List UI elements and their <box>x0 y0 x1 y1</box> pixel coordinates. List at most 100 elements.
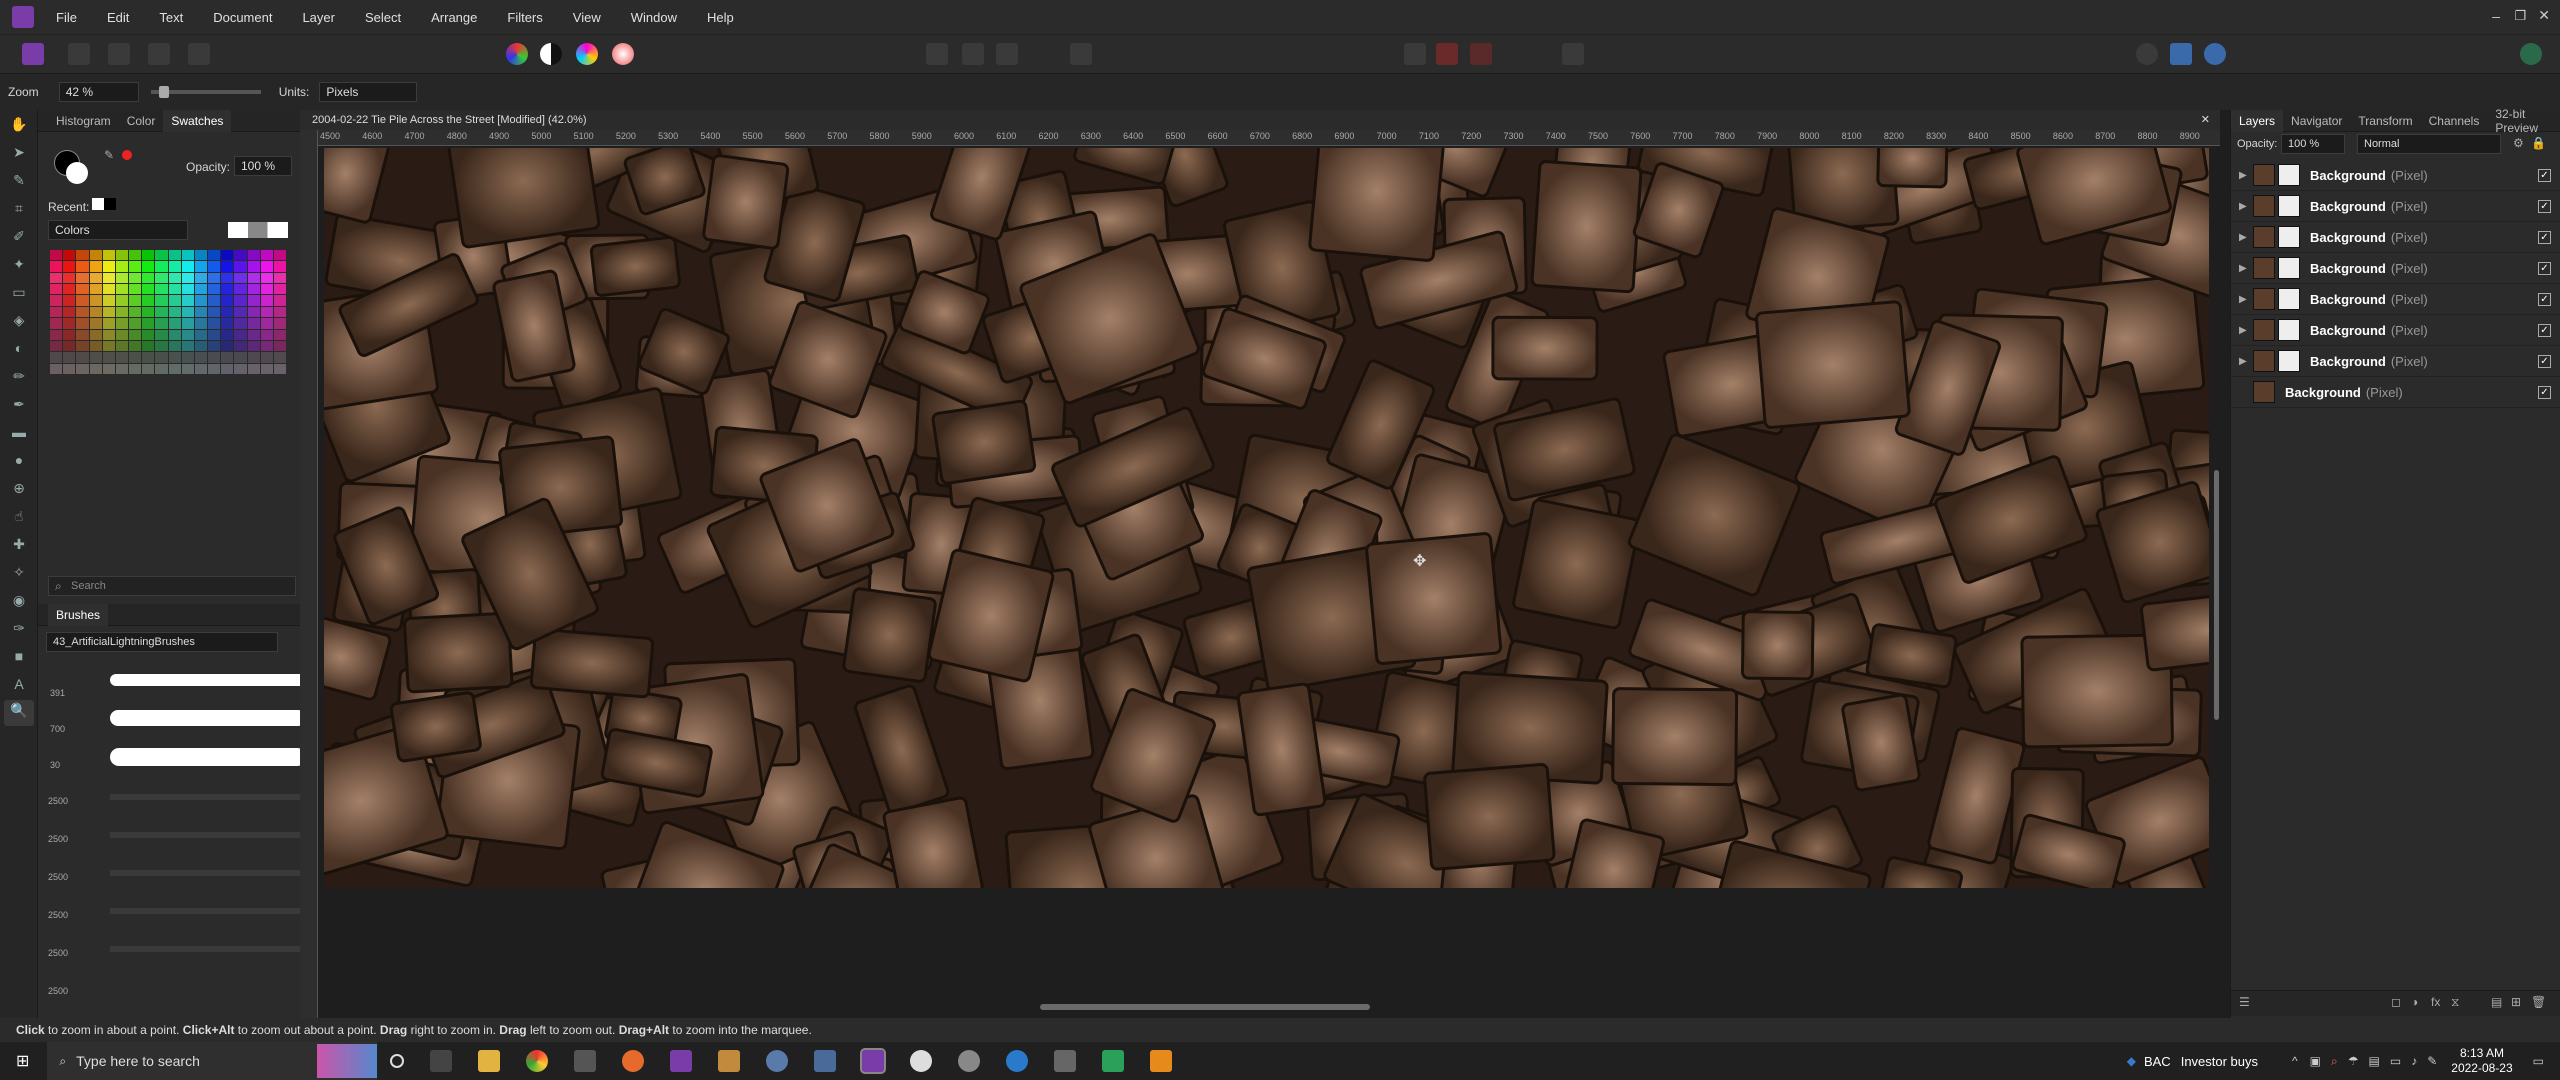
menu-view[interactable]: View <box>573 10 601 25</box>
recent-swatch-white[interactable] <box>92 198 104 210</box>
color-swatch[interactable] <box>115 340 128 352</box>
color-swatch[interactable] <box>247 363 260 374</box>
menu-edit[interactable]: Edit <box>107 10 129 25</box>
color-swatch[interactable] <box>208 318 221 329</box>
color-swatch[interactable] <box>260 352 273 363</box>
color-swatch[interactable] <box>50 295 63 306</box>
color-swatch[interactable] <box>181 295 194 306</box>
color-swatch[interactable] <box>63 318 76 329</box>
levels-icon[interactable] <box>540 43 562 65</box>
color-swatch[interactable] <box>155 261 168 272</box>
color-swatch[interactable] <box>142 261 155 272</box>
menu-text[interactable]: Text <box>159 10 183 25</box>
app-icon[interactable] <box>718 1050 741 1072</box>
gradient-tool-icon[interactable]: ◐ <box>9 338 29 358</box>
tray-app-icon[interactable]: ▣ <box>2310 1054 2321 1068</box>
color-swatch[interactable] <box>129 340 142 352</box>
color-swatch[interactable] <box>168 284 181 295</box>
color-swatch[interactable] <box>115 329 128 340</box>
brush-category-select[interactable]: 43_ArtificialLightningBrushes <box>46 632 278 652</box>
color-swatch[interactable] <box>260 318 273 329</box>
color-swatch[interactable] <box>168 250 181 261</box>
color-swatch[interactable] <box>155 250 168 261</box>
expand-arrow-icon[interactable]: ▶ <box>2239 201 2247 212</box>
color-swatch[interactable] <box>273 329 286 340</box>
erase-brush-icon[interactable]: ▬ <box>9 422 29 442</box>
snapping-icon[interactable] <box>1404 43 1426 65</box>
color-swatch[interactable] <box>194 318 207 329</box>
color-swatch[interactable] <box>234 329 247 340</box>
color-swatch[interactable] <box>247 318 260 329</box>
color-swatch[interactable] <box>155 340 168 352</box>
color-swatch[interactable] <box>115 284 128 295</box>
color-swatch[interactable] <box>260 340 273 352</box>
color-swatch[interactable] <box>76 261 89 272</box>
liquify-persona-icon[interactable] <box>68 43 90 65</box>
selection-brush-icon[interactable]: ✐ <box>9 226 29 246</box>
layer-visibility-checkbox[interactable]: ✓ <box>2538 199 2551 213</box>
menu-document[interactable]: Document <box>213 10 272 25</box>
brush-stroke[interactable] <box>110 710 306 726</box>
delete-layer-icon[interactable]: 🗑 <box>2531 995 2546 1009</box>
color-swatch[interactable] <box>221 306 234 318</box>
color-swatch[interactable] <box>115 250 128 261</box>
menu-arrange[interactable]: Arrange <box>431 10 477 25</box>
secondary-color-swatch[interactable] <box>66 162 88 184</box>
color-swatch[interactable] <box>102 318 115 329</box>
menu-window[interactable]: Window <box>631 10 677 25</box>
color-swatch[interactable] <box>63 272 76 284</box>
document-tab[interactable]: 2004-02-22 Tie Pile Across the Street [M… <box>300 110 2220 130</box>
color-swatch[interactable] <box>234 340 247 352</box>
color-swatch[interactable] <box>76 295 89 306</box>
blemish-tool-icon[interactable]: ✧ <box>9 562 29 582</box>
healing-tool-icon[interactable]: ✚ <box>9 534 29 554</box>
color-swatch[interactable] <box>89 272 102 284</box>
tab-transform[interactable]: Transform <box>2350 114 2420 128</box>
color-swatch[interactable] <box>221 295 234 306</box>
color-swatch[interactable] <box>247 261 260 272</box>
color-swatch[interactable] <box>142 250 155 261</box>
dodge-tool-icon[interactable]: ● <box>9 450 29 470</box>
color-swatch[interactable] <box>129 306 142 318</box>
color-swatch[interactable] <box>234 318 247 329</box>
zoom-slider-handle[interactable] <box>158 86 169 98</box>
invert-selection-icon[interactable] <box>996 43 1018 65</box>
color-swatch[interactable] <box>273 352 286 363</box>
color-swatch[interactable] <box>76 306 89 318</box>
color-swatch[interactable] <box>194 261 207 272</box>
color-swatch[interactable] <box>50 329 63 340</box>
minimize-icon[interactable]: – <box>2492 8 2500 24</box>
color-swatch[interactable] <box>194 284 207 295</box>
color-swatch[interactable] <box>234 306 247 318</box>
color-swatch[interactable] <box>221 250 234 261</box>
color-swatch[interactable] <box>102 250 115 261</box>
color-swatch[interactable] <box>89 250 102 261</box>
color-swatch[interactable] <box>181 329 194 340</box>
color-swatch[interactable] <box>181 261 194 272</box>
color-swatch[interactable] <box>194 363 207 374</box>
color-swatch[interactable] <box>102 306 115 318</box>
color-swatch[interactable] <box>168 295 181 306</box>
group-icon[interactable]: ▤ <box>2491 995 2502 1009</box>
color-swatch[interactable] <box>142 352 155 363</box>
color-swatch[interactable] <box>221 284 234 295</box>
color-swatch[interactable] <box>194 295 207 306</box>
affinity-photo-taskbar-icon[interactable] <box>860 1048 887 1074</box>
color-swatch[interactable] <box>247 352 260 363</box>
color-swatch[interactable] <box>129 295 142 306</box>
color-swatch[interactable] <box>247 284 260 295</box>
color-swatch[interactable] <box>155 306 168 318</box>
color-swatch[interactable] <box>102 295 115 306</box>
color-swatch[interactable] <box>115 306 128 318</box>
color-swatch[interactable] <box>208 250 221 261</box>
color-swatch[interactable] <box>50 318 63 329</box>
color-swatch[interactable] <box>273 250 286 261</box>
color-swatch[interactable] <box>129 352 142 363</box>
color-swatch[interactable] <box>63 261 76 272</box>
layer-visibility-checkbox[interactable]: ✓ <box>2538 230 2551 244</box>
pen-icon[interactable]: ✎ <box>2427 1054 2437 1068</box>
zoom-slider[interactable] <box>150 86 261 98</box>
color-swatch[interactable] <box>115 261 128 272</box>
magnet-icon[interactable] <box>1470 43 1492 65</box>
eyedropper-icon[interactable]: ✎ <box>104 148 114 162</box>
